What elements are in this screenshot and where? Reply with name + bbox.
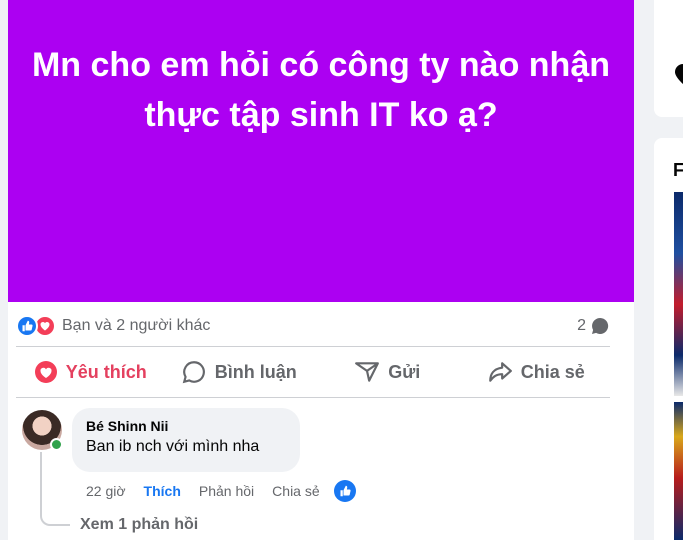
reply-thread-line bbox=[40, 452, 70, 526]
thumbs-up-icon bbox=[333, 480, 356, 502]
love-button-label: Yêu thích bbox=[65, 361, 147, 382]
post-banner[interactable]: Mn cho em hỏi có công ty nào nhận thực t… bbox=[8, 0, 634, 302]
divider bbox=[16, 346, 610, 347]
comment-icon bbox=[182, 361, 205, 384]
sidebar-thumbnail[interactable] bbox=[674, 402, 683, 540]
reaction-icons bbox=[16, 315, 56, 337]
reactions-summary-text: Bạn và 2 người khác bbox=[62, 317, 211, 334]
sidebar-card bbox=[654, 0, 683, 117]
online-status-dot bbox=[50, 438, 63, 451]
comment-count[interactable]: 2 bbox=[577, 316, 610, 336]
reactions-summary-row: Bạn và 2 người khác 2 bbox=[16, 314, 610, 338]
like-reaction-icon bbox=[16, 315, 38, 337]
divider bbox=[16, 397, 610, 398]
reactions-summary[interactable]: Bạn và 2 người khác bbox=[16, 315, 210, 337]
share-button[interactable]: Chia sẻ bbox=[462, 350, 611, 394]
view-replies-link[interactable]: Xem 1 phản hồi bbox=[80, 516, 198, 534]
post-actions-bar: Yêu thích Bình luận Gửi Chia sẻ bbox=[16, 350, 610, 394]
love-button[interactable]: Yêu thích bbox=[16, 350, 165, 394]
share-button-label: Chia sẻ bbox=[520, 361, 585, 382]
comment-share-link[interactable]: Chia sẻ bbox=[272, 483, 319, 499]
comment-time[interactable]: 22 giờ bbox=[86, 483, 126, 499]
sidebar-thumbnail[interactable] bbox=[674, 192, 683, 396]
comment-like-link[interactable]: Thích bbox=[144, 483, 181, 499]
sidebar-heading: F bbox=[673, 160, 683, 180]
comment-bubble-icon bbox=[592, 317, 609, 334]
send-icon bbox=[355, 362, 380, 382]
comment-bubble: Bé Shinn Nii Ban ib nch với mình nha bbox=[72, 408, 300, 472]
comment-button[interactable]: Bình luận bbox=[165, 350, 314, 394]
location-pin-icon bbox=[675, 64, 683, 84]
comment-reply-link[interactable]: Phản hồi bbox=[199, 483, 254, 499]
heart-icon bbox=[34, 361, 57, 383]
comment-button-label: Bình luận bbox=[214, 361, 297, 382]
comment-meta: 22 giờ Thích Phản hồi Chia sẻ bbox=[86, 480, 356, 502]
post-banner-text: Mn cho em hỏi có công ty nào nhận thực t… bbox=[31, 46, 611, 134]
comment-count-value: 2 bbox=[577, 317, 586, 334]
send-button-label: Gửi bbox=[388, 361, 421, 382]
comment-text: Ban ib nch với mình nha bbox=[86, 438, 260, 455]
send-button[interactable]: Gửi bbox=[313, 350, 462, 394]
comment-author[interactable]: Bé Shinn Nii bbox=[86, 418, 286, 434]
share-icon bbox=[488, 362, 512, 382]
